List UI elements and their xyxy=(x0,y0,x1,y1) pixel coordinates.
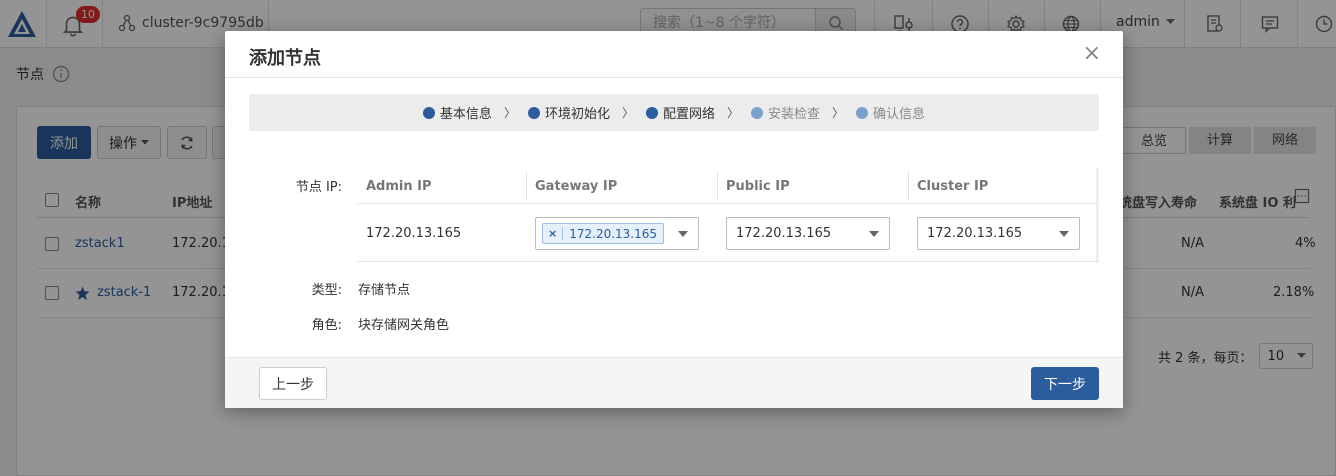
gateway-ip-tag: × 172.20.13.165 xyxy=(542,223,665,244)
step-dot-icon xyxy=(422,106,435,119)
column-header-admin-ip: Admin IP xyxy=(366,179,432,194)
step-confirm: 确认信息 xyxy=(856,103,925,122)
chevron-right-icon: 〉 xyxy=(727,106,740,120)
step-install-check: 安装检查 xyxy=(751,103,820,122)
public-ip-value: 172.20.13.165 xyxy=(736,226,832,241)
step-dot-icon xyxy=(751,106,764,119)
node-ip-table: Admin IP Gateway IP Public IP Cluster IP… xyxy=(357,168,1099,263)
step-dot-icon xyxy=(856,106,869,119)
divider xyxy=(225,77,1123,78)
admin-ip-value: 172.20.13.165 xyxy=(366,226,462,241)
column-divider xyxy=(526,172,527,200)
chevron-right-icon: 〉 xyxy=(832,106,845,120)
cluster-ip-value: 172.20.13.165 xyxy=(927,226,1023,241)
column-header-gateway-ip: Gateway IP xyxy=(535,179,618,194)
ip-table-row: 172.20.13.165 × 172.20.13.165 172.20.13.… xyxy=(357,204,1097,262)
caret-down-icon[interactable] xyxy=(1059,231,1069,237)
column-divider xyxy=(717,172,718,200)
step-label: 安装检查 xyxy=(768,107,821,122)
public-ip-select[interactable]: 172.20.13.165 xyxy=(726,217,890,250)
step-network-config: 配置网络 xyxy=(645,103,715,122)
step-label: 配置网络 xyxy=(662,107,715,122)
role-value: 块存储网关角色 xyxy=(358,318,450,333)
wizard-steps: 基本信息 〉 环境初始化 〉 配置网络 〉 安装检查 〉 确认信息 xyxy=(249,94,1099,131)
column-divider xyxy=(908,172,909,200)
step-basic-info: 基本信息 xyxy=(422,103,492,122)
caret-down-icon[interactable] xyxy=(678,231,688,237)
gateway-ip-select[interactable]: × 172.20.13.165 xyxy=(535,217,699,250)
dialog-title: 添加节点 xyxy=(249,48,321,69)
column-header-cluster-ip: Cluster IP xyxy=(917,179,989,194)
step-dot-icon xyxy=(645,106,658,119)
role-label: 角色: xyxy=(311,318,342,333)
gateway-ip-tag-value: 172.20.13.165 xyxy=(569,226,658,241)
step-label: 基本信息 xyxy=(439,107,492,122)
chevron-right-icon: 〉 xyxy=(503,106,516,120)
caret-down-icon[interactable] xyxy=(869,231,879,237)
step-label: 确认信息 xyxy=(873,107,926,122)
type-value: 存储节点 xyxy=(358,283,411,298)
next-step-button[interactable]: 下一步 xyxy=(1031,367,1099,400)
type-label: 类型: xyxy=(311,283,342,298)
step-label: 环境初始化 xyxy=(544,107,610,122)
previous-step-button[interactable]: 上一步 xyxy=(259,367,327,400)
dialog-footer: 上一步 下一步 xyxy=(225,357,1123,408)
step-dot-icon xyxy=(527,106,540,119)
column-header-public-ip: Public IP xyxy=(726,179,790,194)
node-ip-label: 节点 IP: xyxy=(295,180,342,195)
step-env-init: 环境初始化 xyxy=(527,103,610,122)
remove-tag-icon[interactable]: × xyxy=(543,227,564,240)
add-node-dialog: 添加节点 × 基本信息 〉 环境初始化 〉 配置网络 〉 安装检查 〉 确认信息… xyxy=(225,31,1123,408)
chevron-right-icon: 〉 xyxy=(621,106,634,120)
close-icon[interactable]: × xyxy=(1083,41,1101,66)
cluster-ip-select[interactable]: 172.20.13.165 xyxy=(917,217,1080,250)
ip-table-header: Admin IP Gateway IP Public IP Cluster IP xyxy=(357,168,1097,204)
